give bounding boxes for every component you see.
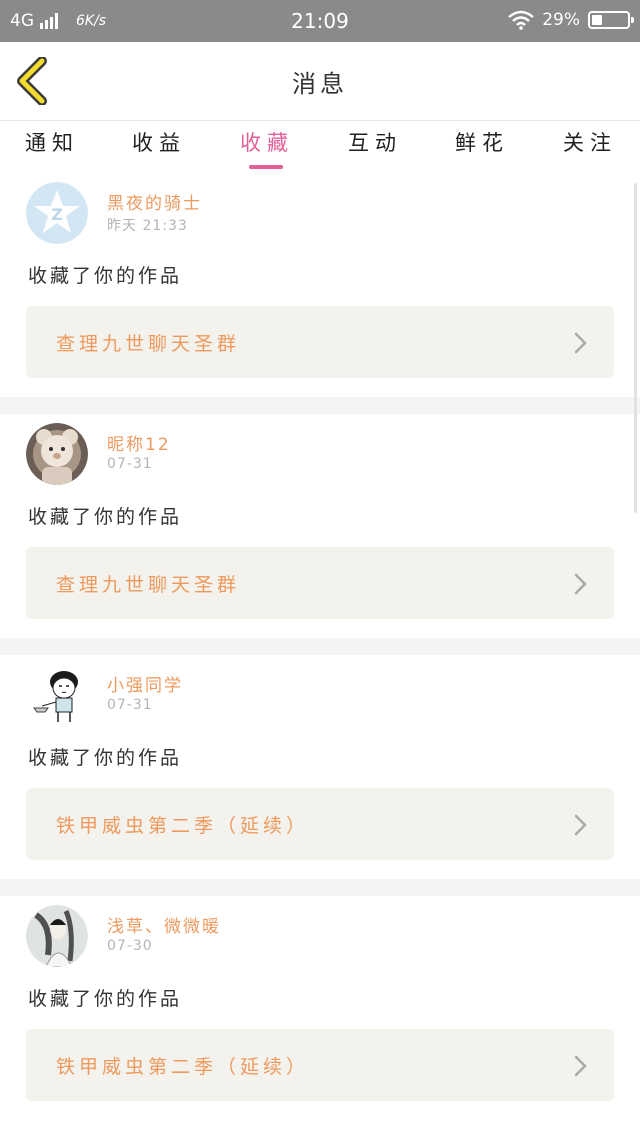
- action-text: 收藏了你的作品: [28, 747, 183, 769]
- chevron-right-icon: [574, 1055, 587, 1077]
- list-item: 昵称12 07-31 收藏了你的作品 查理九世聊天圣群: [0, 414, 640, 638]
- tab-label: 收益: [132, 131, 186, 155]
- timestamp: 07-31: [107, 456, 153, 472]
- action-text: 收藏了你的作品: [28, 988, 183, 1010]
- work-link[interactable]: 铁甲威虫第二季（延续）: [26, 1029, 614, 1101]
- divider: [0, 638, 640, 655]
- tab-label: 互动: [348, 131, 402, 155]
- tab-favorites[interactable]: 收藏: [222, 127, 312, 169]
- tab-bar: 通知 收益 收藏 互动 鲜花 关注: [0, 121, 640, 173]
- username[interactable]: 黑夜的骑士: [107, 189, 202, 214]
- action-text: 收藏了你的作品: [28, 265, 183, 287]
- avatar[interactable]: [26, 664, 88, 726]
- avatar[interactable]: [26, 423, 88, 485]
- tab-flowers[interactable]: 鲜花: [437, 127, 527, 167]
- tab-interactions[interactable]: 互动: [330, 127, 420, 167]
- chevron-right-icon: [574, 573, 587, 595]
- work-link[interactable]: 查理九世聊天圣群: [26, 547, 614, 619]
- list-item: 浅草、微微暖 07-30 收藏了你的作品 铁甲威虫第二季（延续）: [0, 896, 640, 1120]
- list-item: 小强同学 07-31 收藏了你的作品 铁甲威虫第二季（延续）: [0, 655, 640, 879]
- scrollbar[interactable]: [634, 183, 637, 513]
- chevron-right-icon: [574, 332, 587, 354]
- battery-percent: 29%: [542, 10, 580, 30]
- bear-doll-avatar-icon: [26, 423, 88, 485]
- page-title: 消息: [292, 70, 348, 98]
- list-item: Z 黑夜的骑士 昨天 21:33 收藏了你的作品 查理九世聊天圣群: [0, 173, 640, 397]
- username[interactable]: 浅草、微微暖: [107, 912, 221, 937]
- qq-default-avatar-icon: Z: [26, 182, 88, 244]
- work-title: 铁甲威虫第二季（延续）: [56, 815, 310, 837]
- username[interactable]: 小强同学: [107, 671, 183, 696]
- top-bar: 消息: [0, 42, 640, 121]
- tab-label: 通知: [25, 131, 79, 155]
- username[interactable]: 昵称12: [107, 430, 171, 455]
- status-right: 29%: [508, 10, 634, 30]
- work-title: 铁甲威虫第二季（延续）: [56, 1056, 310, 1078]
- active-tab-indicator: [249, 165, 283, 169]
- chevron-right-icon: [574, 814, 587, 836]
- ink-painting-avatar-icon: [26, 905, 88, 967]
- status-bar: 4G 6K/s 21:09 29%: [0, 0, 640, 42]
- divider: [0, 397, 640, 414]
- svg-text:Z: Z: [51, 205, 63, 224]
- timestamp: 07-31: [107, 697, 153, 713]
- timestamp: 07-30: [107, 938, 153, 954]
- timestamp: 昨天 21:33: [107, 218, 188, 234]
- wifi-icon: [508, 10, 534, 30]
- work-title: 查理九世聊天圣群: [56, 574, 241, 596]
- tab-label: 关注: [563, 131, 617, 155]
- work-link[interactable]: 查理九世聊天圣群: [26, 306, 614, 378]
- divider: [0, 879, 640, 896]
- avatar[interactable]: Z: [26, 182, 88, 244]
- battery-icon: [588, 11, 634, 29]
- tab-earnings[interactable]: 收益: [114, 127, 204, 167]
- work-title: 查理九世聊天圣群: [56, 333, 241, 355]
- tab-follows[interactable]: 关注: [545, 127, 635, 167]
- avatar[interactable]: [26, 905, 88, 967]
- tab-notice[interactable]: 通知: [7, 127, 97, 167]
- tab-label: 鲜花: [455, 131, 509, 155]
- work-link[interactable]: 铁甲威虫第二季（延续）: [26, 788, 614, 860]
- message-list: Z 黑夜的骑士 昨天 21:33 收藏了你的作品 查理九世聊天圣群 昵称12 0…: [0, 173, 640, 1120]
- tab-label: 收藏: [240, 131, 294, 155]
- action-text: 收藏了你的作品: [28, 506, 183, 528]
- cartoon-boy-avatar-icon: [26, 664, 88, 726]
